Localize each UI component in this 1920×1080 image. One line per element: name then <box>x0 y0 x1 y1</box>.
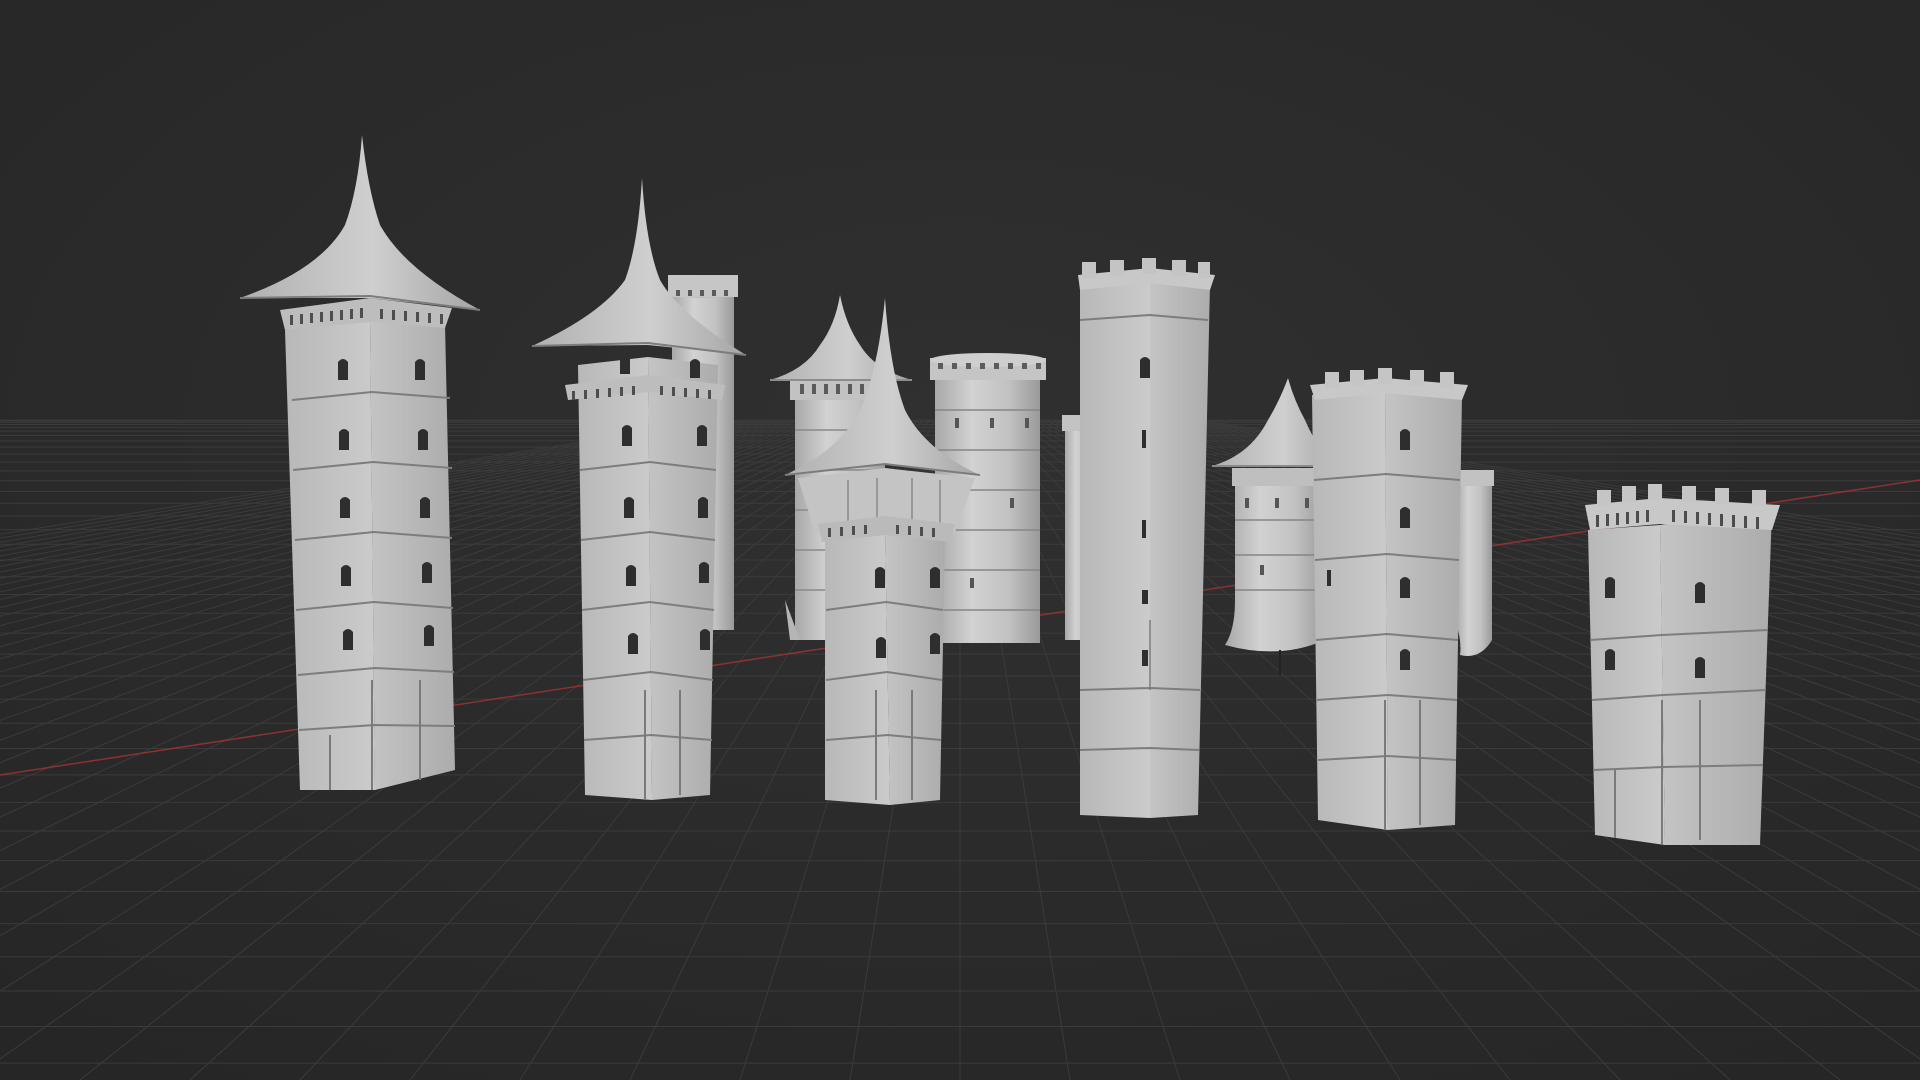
3d-viewport[interactable] <box>0 0 1920 1080</box>
tower-tall-square-crenellated[interactable] <box>1078 258 1215 818</box>
tower-square-crenellated-far-right[interactable] <box>1585 484 1780 845</box>
viewport-canvas[interactable] <box>0 0 1920 1080</box>
tower-square-crenellated-mid-right[interactable] <box>1310 368 1468 830</box>
